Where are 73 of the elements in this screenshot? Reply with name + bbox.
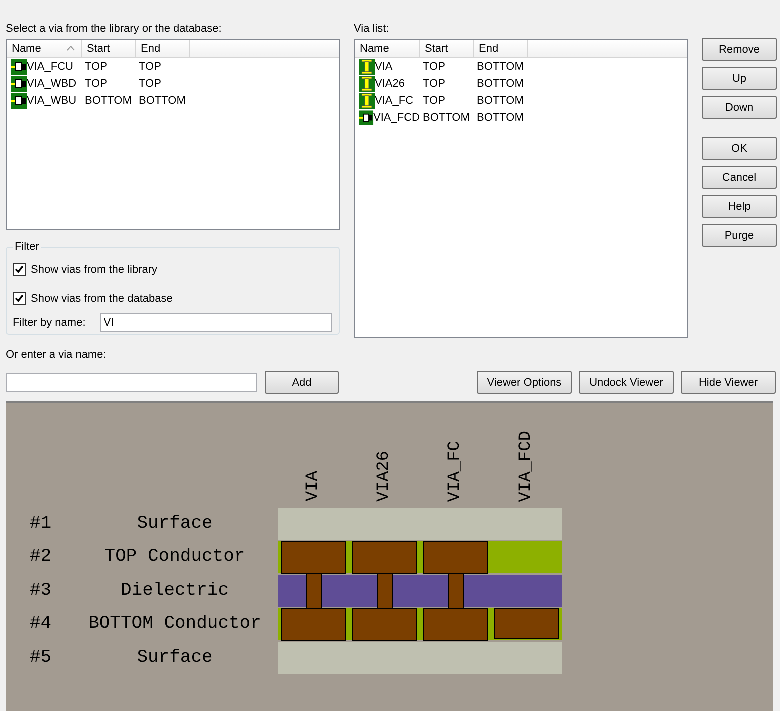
via-name[interactable]: VIA_FCD — [374, 112, 420, 124]
table-cell-text: TOP — [138, 78, 162, 90]
table-cell-text: TOP — [138, 60, 162, 72]
column-header[interactable]: Start — [82, 40, 136, 57]
dialog-button[interactable]: Up — [702, 67, 777, 90]
via-icon — [359, 110, 374, 126]
table-cell-text: BOTTOM — [476, 60, 525, 72]
layer-number: #4 — [29, 614, 53, 634]
viewer-button[interactable]: Hide Viewer — [681, 371, 776, 394]
column-header[interactable]: Name — [7, 40, 82, 57]
layer-name: Surface — [136, 514, 214, 534]
via-icon — [359, 92, 375, 108]
via-icon — [359, 76, 375, 92]
via-list[interactable]: Name Start End VIA TOP BOTTOM VIA26 TOP BOTTOM VIA_FC TOP BOTTOM VIA_FCD BOTTOM BOTTOM — [354, 39, 688, 338]
field-label: Filter by name: — [13, 316, 86, 328]
via-name[interactable]: VIA_WBU — [27, 94, 77, 106]
checkbox-label[interactable]: Show vias from the database — [31, 292, 173, 304]
layer-number: #5 — [29, 648, 53, 668]
via-name[interactable]: VIA — [375, 60, 393, 72]
via-label: VIA26 — [375, 450, 394, 502]
field-label: Or enter a via name: — [6, 348, 108, 363]
layer-name: Dielectric — [120, 580, 230, 601]
column-header[interactable]: Name — [355, 40, 420, 57]
table-cell-text: TOP — [422, 94, 446, 106]
table-cell-text: BOTTOM — [476, 78, 525, 90]
column-header[interactable]: End — [136, 40, 190, 57]
via-name[interactable]: VIA_WBD — [27, 78, 77, 90]
list-caption: Via list: — [354, 22, 390, 37]
dialog-button[interactable]: Help — [702, 195, 777, 218]
viewer-button[interactable]: Undock Viewer — [579, 371, 674, 394]
table-cell-text: TOP — [84, 60, 108, 72]
via-icon — [11, 92, 27, 108]
checkbox-label[interactable]: Show vias from the library — [31, 264, 158, 276]
table-cell-text: BOTTOM — [476, 112, 525, 124]
via-icon — [11, 58, 27, 74]
checkbox[interactable] — [13, 292, 26, 305]
layer-name: TOP Conductor — [104, 547, 246, 568]
via-icon — [359, 58, 375, 74]
via-icon — [11, 76, 27, 92]
dialog-button[interactable]: Purge — [702, 224, 777, 247]
dialog-button[interactable]: OK — [702, 137, 777, 160]
via-name[interactable]: VIA_FC — [375, 94, 414, 106]
via-name[interactable]: VIA_FCU — [27, 60, 74, 72]
checkbox[interactable] — [13, 263, 26, 276]
via-name-field[interactable] — [6, 373, 257, 392]
via-label: VIA_FCD — [517, 430, 536, 502]
table-cell-text: BOTTOM — [476, 94, 525, 106]
viewer-button[interactable]: Viewer Options — [477, 371, 572, 394]
dialog-button[interactable]: Down — [702, 96, 777, 119]
column-header[interactable]: End — [474, 40, 528, 57]
table-cell-text: BOTTOM — [138, 94, 187, 106]
via-label: VIA_FC — [446, 440, 465, 502]
table-cell-text: BOTTOM — [84, 94, 133, 106]
list-caption: Select a via from the library or the database: — [6, 22, 223, 37]
column-header[interactable]: Start — [420, 40, 474, 57]
layer-number: #1 — [29, 514, 53, 534]
add-button[interactable]: Add — [265, 371, 339, 394]
layer-name: Surface — [136, 648, 214, 668]
table-cell-text: TOP — [422, 60, 446, 72]
table-cell-text: BOTTOM — [422, 112, 471, 124]
sort-icon — [67, 46, 75, 51]
table-cell-text: TOP — [84, 78, 108, 90]
dialog-button[interactable]: Remove — [702, 38, 777, 61]
layer-number: #3 — [29, 580, 53, 601]
group-title: Filter — [14, 241, 40, 253]
table-cell-text: TOP — [422, 78, 446, 90]
layer-name: BOTTOM Conductor — [88, 614, 262, 634]
filter-field[interactable]: VI — [100, 313, 332, 332]
library-list[interactable]: Name Start End VIA_FCU TOP TOP VIA_WBD TOP TOP VIA_WBU BOTTOM BOTTOM — [6, 39, 340, 230]
via-label: VIA — [304, 471, 323, 502]
via-name[interactable]: VIA26 — [375, 78, 405, 90]
layer-number: #2 — [29, 547, 53, 568]
dialog-button[interactable]: Cancel — [702, 166, 777, 189]
